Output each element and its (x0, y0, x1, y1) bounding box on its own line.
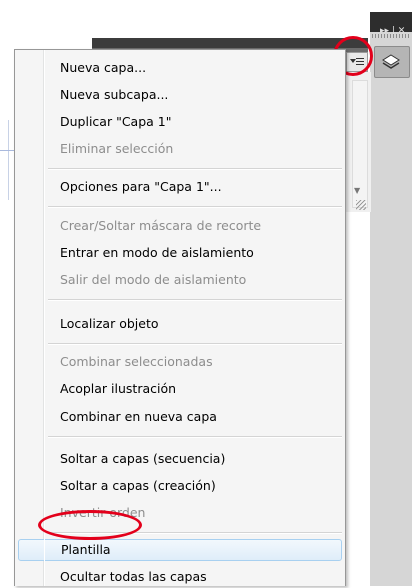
menu-item-nueva-capa[interactable]: Nueva capa... (18, 57, 342, 79)
layers-icon (382, 54, 400, 69)
menu-separator (48, 299, 342, 301)
menu-item-opciones-capa[interactable]: Opciones para "Capa 1"... (18, 176, 342, 198)
menu-item-plantilla[interactable]: Plantilla (18, 539, 342, 561)
layers-panel-button[interactable] (374, 46, 410, 78)
layers-panel-menu: Nueva capa... Nueva subcapa... Duplicar … (14, 49, 346, 586)
dock-title-bar: ▸▸ | ✕ (370, 12, 412, 36)
resize-grip-icon[interactable] (356, 200, 366, 210)
menu-item-ocultar-capas[interactable]: Ocultar todas las capas (18, 566, 342, 588)
menu-separator (48, 206, 342, 208)
dock-grip-handle[interactable] (372, 34, 410, 38)
menu-item-mascara-recorte[interactable]: Crear/Soltar máscara de recorte (18, 215, 342, 237)
menu-item-soltar-creacion[interactable]: Soltar a capas (creación) (18, 475, 342, 497)
menu-item-duplicar-capa[interactable]: Duplicar "Capa 1" (18, 111, 342, 133)
menu-item-entrar-aislamiento[interactable]: Entrar en modo de aislamiento (18, 242, 342, 264)
right-dock (370, 12, 412, 586)
menu-item-soltar-secuencia[interactable]: Soltar a capas (secuencia) (18, 448, 342, 470)
menu-item-nueva-subcapa[interactable]: Nueva subcapa... (18, 84, 342, 106)
menu-item-eliminar-seleccion[interactable]: Eliminar selección (18, 138, 342, 160)
canvas-guide (8, 120, 9, 200)
menu-item-salir-aislamiento[interactable]: Salir del modo de aislamiento (18, 269, 342, 291)
menu-separator (48, 168, 342, 170)
menu-item-acoplar-ilustracion[interactable]: Acoplar ilustración (18, 378, 342, 400)
scroll-down-arrow-icon[interactable]: ▼ (354, 186, 360, 195)
menu-item-combinar-nueva-capa[interactable]: Combinar en nueva capa (18, 406, 342, 428)
menu-separator (48, 436, 342, 438)
menu-item-combinar-seleccionadas[interactable]: Combinar seleccionadas (18, 351, 342, 373)
annotation-circle-plantilla (38, 510, 142, 540)
menu-separator (48, 343, 342, 345)
menu-item-localizar-objeto[interactable]: Localizar objeto (18, 313, 342, 335)
